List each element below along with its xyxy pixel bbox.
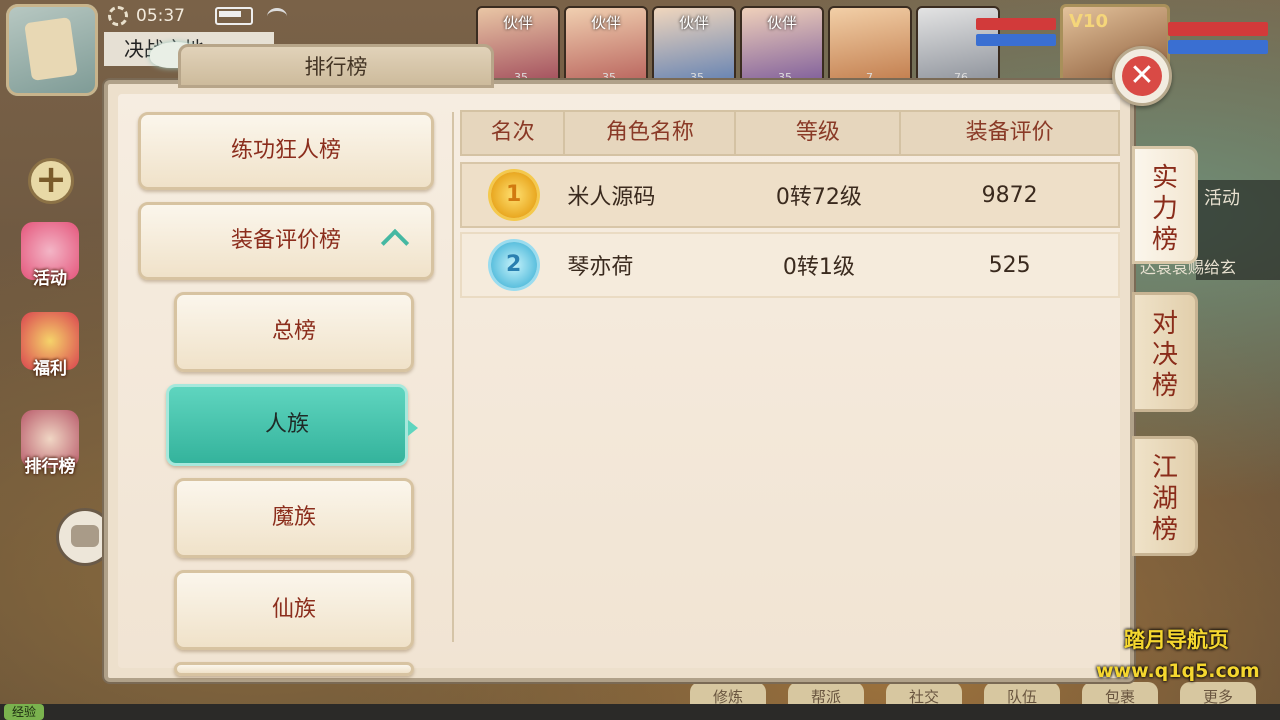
bottom-button-cultivate[interactable]: 修炼 [690,682,766,706]
gold-medal-icon: 1 [490,172,537,218]
watermark-title: 踏月导航页 [1124,628,1229,652]
submenu-demon[interactable]: 魔族 [174,478,414,558]
battery-icon [215,7,253,25]
menu-training-ranking[interactable]: 练功狂人榜 [138,112,434,190]
header-level: 等级 [736,112,902,154]
submenu-immortal[interactable]: 仙族 [174,570,414,650]
panel-title: 排行榜 [178,44,494,88]
ranking-button[interactable]: 排行榜 [14,410,86,477]
partner-bars [976,18,1056,50]
partner-tag: 伙伴 [766,14,797,32]
table-row[interactable]: 1 米人源码 0转72级 9872 [460,162,1120,228]
close-button[interactable]: ✕ [1112,46,1172,106]
chevron-up-icon [380,228,410,258]
submenu-partial [174,662,414,676]
status-bar: 05:37 [108,2,287,30]
activity-text: 活动 [1204,188,1240,209]
bottom-button-bag[interactable]: 包裹 [1082,682,1158,706]
close-icon: ✕ [1122,56,1162,96]
player-level: 0转72级 [775,185,862,210]
bottom-button-more[interactable]: 更多 [1180,682,1256,706]
partner-tag: 伙伴 [502,14,533,32]
player-level: 0转1级 [782,255,855,280]
wifi-icon [267,7,287,25]
bottom-button-social[interactable]: 社交 [886,682,962,706]
partner-avatar[interactable]: 伙伴 35 [740,6,824,88]
tab-duel-ranking[interactable]: 对决榜 [1132,292,1198,412]
table-row[interactable]: 2 琴亦荷 0转1级 525 [460,232,1120,298]
header-name: 角色名称 [565,112,737,154]
ranking-label: 排行榜 [24,457,76,477]
map-icon[interactable] [6,4,98,96]
player-name: 琴亦荷 [567,255,634,280]
player-score: 525 [988,252,1031,278]
partner-avatar[interactable]: 伙伴 35 [564,6,648,88]
hero-bars [1168,22,1268,58]
exp-label: 经验 [4,704,45,720]
activity-button[interactable]: 活动 [14,222,86,289]
table-header: 名次 角色名称 等级 装备评价 [460,110,1120,156]
player-name: 米人源码 [567,185,656,210]
bottom-button-team[interactable]: 队伍 [984,682,1060,706]
submenu-human[interactable]: 人族 [166,384,408,466]
gear-icon[interactable] [108,6,128,26]
bottom-menu: 修炼 帮派 社交 队伍 包裹 更多 [690,682,1256,706]
tab-jianghu-ranking[interactable]: 江湖榜 [1132,436,1198,556]
activity-label: 活动 [33,269,67,289]
welfare-label: 福利 [33,359,67,379]
partner-list: 伙伴 35 伙伴 35 伙伴 35 伙伴 35 7 76 [476,6,1000,88]
bottom-button-guild[interactable]: 帮派 [788,682,864,706]
submenu-overall[interactable]: 总榜 [174,292,414,372]
header-rank: 名次 [462,112,566,154]
player-score: 9872 [981,182,1038,208]
clock: 05:37 [136,6,185,26]
menu-equipment-label: 装备评价榜 [230,228,341,253]
exp-bar: 经验 [0,704,1280,720]
partner-avatar[interactable]: 7 [828,6,912,88]
partner-tag: 伙伴 [590,14,621,32]
silver-medal-icon: 2 [490,242,537,288]
menu-equipment-ranking[interactable]: 装备评价榜 [138,202,434,280]
vip-badge: V10 [1069,11,1108,32]
watermark-url: www.q1q5.com [1096,660,1260,682]
plus-icon[interactable]: + [28,158,74,204]
selection-arrow [408,420,418,436]
tab-strength-ranking[interactable]: 实力榜 [1132,146,1198,264]
partner-avatar[interactable]: 伙伴 35 [652,6,736,88]
welfare-button[interactable]: 福利 [14,312,86,379]
header-score: 装备评价 [965,120,1054,145]
partner-tag: 伙伴 [678,14,709,32]
activity-panel: 活动 达袁袁赐给玄 [1140,180,1280,280]
divider [452,112,454,642]
